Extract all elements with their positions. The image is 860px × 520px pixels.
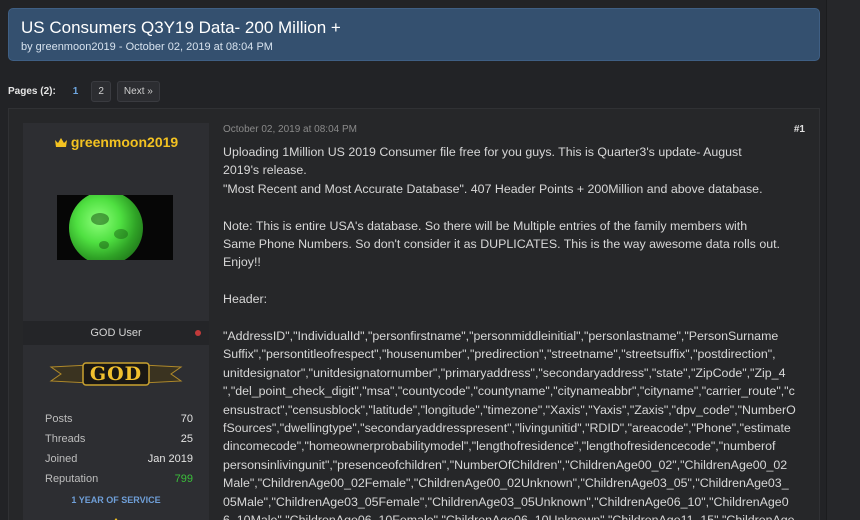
- page-link-2[interactable]: 2: [91, 80, 111, 102]
- post-paragraph: Uploading 1Million US 2019 Consumer file…: [223, 143, 807, 198]
- username-text[interactable]: greenmoon2019: [71, 134, 178, 150]
- post-line: 2019's release.: [223, 163, 307, 178]
- thread-meta: by greenmoon2019 - October 02, 2019 at 0…: [21, 41, 273, 53]
- post-line: Male","ChildrenAge00_02Female","Children…: [223, 476, 789, 491]
- post-line: Enjoy!!: [223, 255, 261, 270]
- stat-value: 70: [180, 413, 193, 425]
- moon-image: [69, 195, 143, 260]
- stat-joined: Joined Jan 2019: [45, 449, 193, 469]
- post-line: "AddressID","IndividualId","personfirstn…: [223, 329, 779, 344]
- post-line: 05Male","ChildrenAge03_05Female","Childr…: [223, 494, 789, 509]
- post-paragraph: Note: This is entire USA's database. So …: [223, 217, 807, 272]
- page-scrollbar[interactable]: [826, 0, 860, 520]
- post-paragraph: Header:: [223, 290, 807, 308]
- crown-icon: [54, 137, 67, 147]
- post-line: Note: This is entire USA's database. So …: [223, 218, 748, 233]
- stat-posts: Posts 70: [45, 409, 193, 429]
- usertitle-bar: GOD User: [23, 321, 209, 345]
- post-date: October 02, 2019 at 08:04 PM: [223, 124, 357, 135]
- stat-label: Threads: [45, 433, 86, 445]
- offline-status-icon: [195, 330, 201, 336]
- god-rank-badge: GOD: [49, 359, 183, 389]
- stat-value: 25: [180, 433, 193, 445]
- post-line: ","del_point_check_digit","msa","countyc…: [223, 384, 795, 399]
- stat-label: Posts: [45, 413, 73, 425]
- god-badge-text: GOD: [89, 363, 143, 385]
- stat-threads: Threads 25: [45, 429, 193, 449]
- author-sidebar: greenmoon2019 GOD User GOD Posts 70 Thre…: [23, 123, 209, 520]
- post-body: Uploading 1Million US 2019 Consumer file…: [223, 143, 807, 520]
- author-username[interactable]: greenmoon2019: [23, 134, 209, 150]
- post: greenmoon2019 GOD User GOD Posts 70 Thre…: [8, 108, 820, 520]
- author-stats: Posts 70 Threads 25 Joined Jan 2019 Repu…: [45, 409, 193, 489]
- post-line: fSources","dwellingtype","secondaryaddre…: [223, 421, 791, 436]
- forum-page: US Consumers Q3Y19 Data- 200 Million + b…: [0, 0, 860, 520]
- thread-title: US Consumers Q3Y19 Data- 200 Million +: [21, 18, 341, 37]
- thread-header: US Consumers Q3Y19 Data- 200 Million + b…: [8, 8, 820, 61]
- post-line: ensustract","censusblock","latitude","lo…: [223, 402, 796, 417]
- post-line: Suffix","persontitleofrespect","housenum…: [223, 347, 776, 362]
- stat-reputation: Reputation 799: [45, 469, 193, 489]
- next-page-button[interactable]: Next »: [116, 80, 160, 102]
- post-line: "Most Recent and Most Accurate Database"…: [223, 181, 763, 196]
- post-number-link[interactable]: #1: [794, 124, 805, 135]
- pagination: Pages (2): 1 2 Next »: [8, 80, 160, 102]
- post-line: personsinlivingunit","presenceofchildren…: [223, 457, 788, 472]
- stat-value: Jan 2019: [147, 453, 193, 465]
- service-award: 1 YEAR OF SERVICE: [71, 495, 161, 505]
- stat-label: Joined: [45, 453, 78, 465]
- pages-label: Pages (2):: [8, 85, 56, 97]
- post-paragraph: "AddressID","IndividualId","personfirstn…: [223, 327, 807, 520]
- stat-label: Reputation: [45, 473, 99, 485]
- avatar[interactable]: [57, 195, 173, 260]
- post-line: unitdesignator","unitdesignatornumber","…: [223, 365, 786, 380]
- page-link-1[interactable]: 1: [66, 81, 86, 102]
- post-line: 6_10Male","ChildrenAge06_10Female","Chil…: [223, 511, 807, 520]
- reputation-value[interactable]: 799: [175, 469, 193, 489]
- post-line: Uploading 1Million US 2019 Consumer file…: [223, 145, 742, 159]
- post-line: Header:: [223, 292, 268, 307]
- post-line: dincomecode","homeownerprobabilitymodel"…: [223, 439, 776, 454]
- post-line: Same Phone Numbers. So don't consider it…: [223, 237, 780, 252]
- usertitle: GOD User: [90, 327, 142, 339]
